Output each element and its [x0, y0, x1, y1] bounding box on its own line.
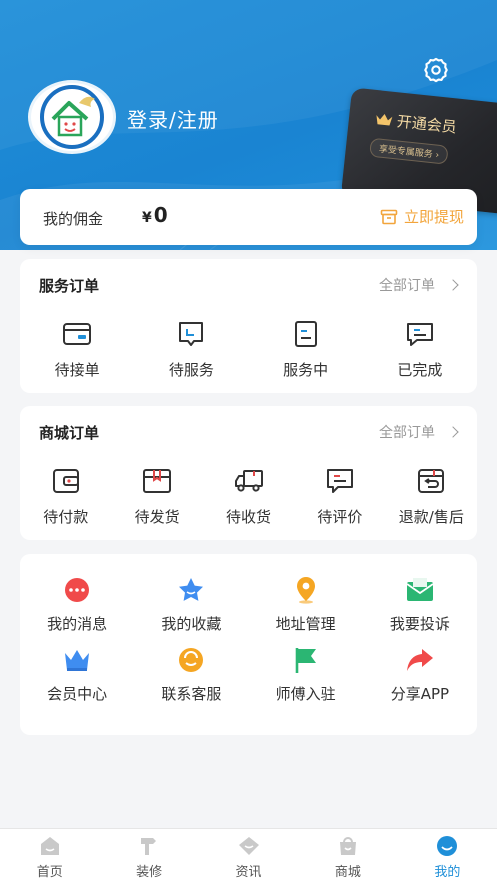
- message-icon: [65, 578, 90, 602]
- tool-label: 联系客服: [161, 685, 222, 703]
- tab-home[interactable]: 首页: [0, 829, 99, 883]
- document-icon: [294, 321, 317, 347]
- tab-label: 装修: [136, 865, 163, 880]
- service-order-in-progress[interactable]: 服务中: [249, 319, 363, 380]
- service-order-completed[interactable]: 已完成: [363, 319, 477, 380]
- share-icon: [406, 649, 433, 671]
- chevron-right-icon: [447, 279, 459, 291]
- tab-label: 资讯: [235, 865, 262, 880]
- tab-mine[interactable]: 我的: [398, 829, 497, 883]
- share-app-button[interactable]: 分享APP: [363, 646, 477, 704]
- mall-orders-title: 商城订单: [39, 424, 100, 442]
- service-order-label: 待服务: [168, 361, 214, 379]
- tools-row-1: 我的消息 我的收藏 地址管理 我要投诉: [20, 576, 477, 634]
- tool-label: 师傅入驻: [275, 685, 336, 703]
- location-pin-icon: [296, 577, 315, 604]
- commission-value: 0: [153, 203, 168, 227]
- login-register-link[interactable]: 登录/注册: [127, 104, 219, 133]
- master-join-button[interactable]: 师傅入驻: [249, 646, 363, 704]
- service-orders-all-label: 全部订单: [379, 278, 435, 294]
- tool-label: 会员中心: [47, 685, 108, 703]
- comment-icon: [326, 469, 353, 493]
- tool-label: 分享APP: [390, 685, 450, 703]
- service-order-label: 待接单: [54, 361, 100, 379]
- star-icon: [179, 578, 204, 601]
- mall-order-label: 待收货: [226, 508, 272, 526]
- tool-label: 我要投诉: [389, 615, 450, 633]
- mall-order-pending-review[interactable]: 待评价: [294, 466, 385, 527]
- service-order-label: 已完成: [397, 361, 443, 379]
- tab-label: 商城: [334, 865, 361, 880]
- inbox-icon: [179, 322, 204, 346]
- address-management-button[interactable]: 地址管理: [249, 576, 363, 634]
- vip-card-subtitle: 享受专属服务 ›: [369, 137, 450, 165]
- my-messages-button[interactable]: 我的消息: [20, 576, 134, 634]
- refund-icon: [418, 469, 445, 493]
- service-order-label: 服务中: [283, 361, 329, 379]
- mall-order-pending-payment[interactable]: 待付款: [20, 466, 111, 527]
- house-logo-icon: [40, 85, 104, 149]
- mall-orders-items: 待付款 待发货 待收货 待评价 退款/售后: [20, 466, 477, 527]
- tool-label: 我的消息: [47, 615, 108, 633]
- wallet-icon: [63, 323, 92, 345]
- flag-icon: [295, 648, 316, 673]
- diamond-icon: [238, 837, 259, 855]
- service-orders-card: 服务订单 全部订单 待接单 待服务 服务中 已完成: [20, 259, 477, 393]
- member-center-button[interactable]: 会员中心: [20, 646, 134, 704]
- withdraw-icon: [380, 209, 398, 224]
- home-icon: [40, 837, 59, 855]
- withdraw-button[interactable]: 立即提现: [380, 206, 464, 227]
- mall-order-label: 待付款: [43, 508, 89, 526]
- chat-done-icon: [406, 323, 433, 346]
- service-orders-items: 待接单 待服务 服务中 已完成: [20, 319, 477, 380]
- my-favorites-button[interactable]: 我的收藏: [134, 576, 248, 634]
- hammer-icon: [141, 838, 157, 855]
- commission-label: 我的佣金: [43, 210, 104, 228]
- mall-orders-card: 商城订单 全部订单 待付款 待发货 待收货 待评价 退款/售后: [20, 406, 477, 540]
- bottom-tab-bar: 首页 装修 资讯 商城 我的: [0, 828, 497, 883]
- customer-service-button[interactable]: 联系客服: [134, 646, 248, 704]
- mall-order-label: 退款/售后: [398, 508, 464, 526]
- package-icon: [143, 469, 172, 493]
- service-orders-title: 服务订单: [39, 277, 100, 295]
- mall-order-refund-aftersale[interactable]: 退款/售后: [386, 466, 477, 527]
- mail-icon: [406, 578, 434, 601]
- mall-order-label: 待发货: [134, 508, 180, 526]
- currency-symbol: ¥: [142, 210, 152, 226]
- service-order-pending-accept[interactable]: 待接单: [20, 319, 134, 380]
- customer-service-icon: [179, 648, 204, 672]
- complaint-button[interactable]: 我要投诉: [363, 576, 477, 634]
- tools-row-2: 会员中心 联系客服 师傅入驻 分享APP: [20, 646, 477, 704]
- service-order-pending-service[interactable]: 待服务: [134, 319, 248, 380]
- mall-orders-all-label: 全部订单: [379, 425, 435, 441]
- tab-label: 我的: [434, 865, 461, 880]
- avatar[interactable]: [28, 80, 116, 154]
- commission-bar: 我的佣金 ¥0 立即提现: [20, 189, 477, 245]
- tab-renovation[interactable]: 装修: [99, 829, 198, 883]
- mall-order-label: 待评价: [317, 508, 363, 526]
- vip-card-title: 开通会员: [374, 108, 458, 137]
- withdraw-label: 立即提现: [404, 208, 465, 226]
- tools-card: 我的消息 我的收藏 地址管理 我要投诉 会员中心 联系客服 师傅入驻 分享APP: [20, 554, 477, 735]
- wallet-icon: [52, 469, 79, 493]
- shop-icon: [339, 837, 356, 855]
- tab-news[interactable]: 资讯: [199, 829, 298, 883]
- settings-gear-icon[interactable]: [422, 56, 450, 84]
- tool-label: 地址管理: [275, 615, 336, 633]
- mall-order-pending-shipment[interactable]: 待发货: [111, 466, 202, 527]
- mall-order-pending-receipt[interactable]: 待收货: [203, 466, 294, 527]
- mall-orders-all-link[interactable]: 全部订单: [379, 422, 459, 442]
- tab-mall[interactable]: 商城: [298, 829, 397, 883]
- profile-icon: [437, 836, 458, 856]
- chevron-right-icon: [447, 426, 459, 438]
- crown-icon: [376, 113, 393, 126]
- truck-icon: [234, 470, 263, 492]
- crown-icon: [65, 650, 90, 671]
- service-orders-all-link[interactable]: 全部订单: [379, 275, 459, 295]
- tool-label: 我的收藏: [161, 615, 222, 633]
- tab-label: 首页: [36, 865, 63, 880]
- commission-amount: ¥0: [142, 203, 168, 227]
- vip-card-title-text: 开通会员: [395, 112, 458, 137]
